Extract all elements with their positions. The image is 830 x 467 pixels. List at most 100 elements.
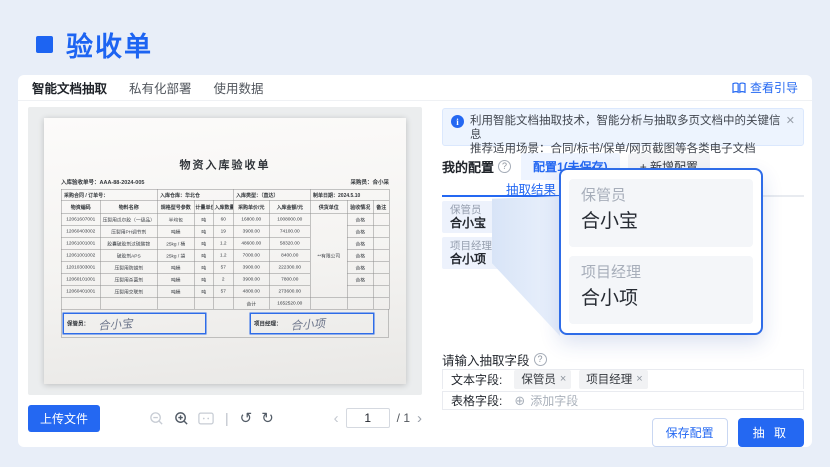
doc-cell: 吨桶 (157, 261, 194, 273)
doc-col-header: 采购单价/元 (233, 200, 269, 213)
next-page-icon[interactable]: › (417, 410, 422, 427)
add-field-button[interactable]: ⊕ 添加字段 (514, 392, 578, 409)
doc-cell: 3900.00 (233, 273, 269, 285)
page-input[interactable] (346, 408, 390, 428)
doc-cell (373, 225, 389, 237)
magnifier-beam (492, 196, 560, 336)
doc-col-header: 入库数量 (213, 200, 233, 213)
doc-cell: 吨 (194, 261, 213, 273)
doc-cell: 破胶剂APS (100, 249, 157, 261)
doc-cell: 半均包 (157, 213, 194, 225)
viewer-toolbar: 上传文件 | ↺ ↻ (28, 403, 422, 433)
doc-header-row: 物资编码 物料名称 规格型号参数 计量单位 入库数量 采购单价/元 入库金额/元… (61, 200, 389, 213)
page-title: 验收单 (66, 25, 153, 64)
fit-view-icon[interactable] (198, 410, 214, 426)
upload-file-button[interactable]: 上传文件 (28, 405, 100, 432)
zoom-in-icon[interactable] (173, 410, 189, 426)
doc-cell: 吨 (194, 273, 213, 285)
doc-cell: 吨 (194, 225, 213, 237)
book-icon (732, 82, 746, 94)
banner-line1: 利用智能文档抽取技术，智能分析与抽取多页文档中的关键信息 (470, 114, 781, 142)
doc-cell: 25kg / 桶 (157, 237, 194, 249)
doc-cell: 8400.00 (269, 249, 310, 261)
doc-info-row: 入库验收单号：AAA-88-2024-005 采购员：合小采 (61, 178, 389, 185)
tag-text: 项目经理 (586, 371, 632, 387)
doc-cell: 压裂用杀菌剂 (100, 273, 157, 285)
close-icon[interactable]: ✕ (786, 114, 795, 127)
keeper-highlight-box: 保管员： 合小宝 (63, 312, 207, 334)
page-root: 验收单 智能文档抽取 私有化部署 使用数据 查看引导 物资入库验收单 (0, 0, 830, 447)
doc-cell: 57 (213, 285, 233, 297)
doc-meta-row: 采购合同 / 订单号： 入库仓库：华北仓 入库类型：（直达） 制单日期：2024… (61, 189, 389, 200)
doc-cell: 合格 (347, 273, 373, 285)
rotate-left-icon[interactable]: ↺ (240, 411, 253, 426)
doc-cell: 74100.00 (269, 225, 310, 237)
my-config-label: 我的配置 (442, 157, 494, 176)
remove-tag-icon[interactable]: × (560, 373, 566, 385)
keeper-label: 保管员： (67, 319, 89, 327)
save-config-button[interactable]: 保存配置 (652, 418, 728, 447)
doc-signature-row: 保管员： 合小宝 项目经理： 合小项 (61, 310, 389, 338)
doc-cell: 3900.00 (233, 261, 269, 273)
extract-button[interactable]: 抽 取 (738, 418, 804, 447)
doc-cell: 吨 (194, 213, 213, 225)
prev-page-icon[interactable]: ‹ (334, 410, 339, 427)
doc-cell: 吨 (194, 285, 213, 297)
doc-cell: 12061001002 (61, 249, 100, 261)
tab-extract-result[interactable]: 抽取结果 (506, 179, 556, 198)
tab-usage-data[interactable]: 使用数据 (214, 78, 264, 97)
doc-cell: 16800.00 (233, 213, 269, 225)
doc-cell (373, 237, 389, 249)
doc-cell (310, 297, 347, 309)
popup-field-value: 合小项 (581, 288, 741, 310)
table-fields-label: 表格字段: (451, 392, 502, 409)
document-viewport[interactable]: 物资入库验收单 入库验收单号：AAA-88-2024-005 采购员：合小采 (28, 107, 422, 395)
doc-cell: 222300.00 (269, 261, 310, 273)
doc-cell: 12061001001 (61, 237, 100, 249)
text-fields-label: 文本字段: (451, 371, 502, 388)
doc-cell: 1.2 (213, 237, 233, 249)
doc-cell (373, 297, 389, 309)
doc-cell: 1.2 (213, 249, 233, 261)
doc-cell: 采购合同 / 订单号： (61, 189, 157, 200)
pm-highlight-box: 项目经理： 合小项 (250, 312, 375, 334)
doc-cell: 制单日期：2024.5.10 (310, 189, 389, 200)
doc-col-header: 入库金额/元 (269, 200, 310, 213)
pagination: ‹ / 1 › (334, 408, 422, 428)
doc-cell: 12060101001 (61, 273, 100, 285)
magnified-result-popup: 保管员 合小宝 项目经理 合小项 (559, 168, 763, 335)
doc-cell (373, 273, 389, 285)
field-tag-keeper[interactable]: 保管员 × (514, 370, 571, 389)
title-bullet-icon (36, 36, 53, 53)
popup-field-pm: 项目经理 合小项 (569, 256, 753, 324)
field-tag-pm[interactable]: 项目经理 × (579, 370, 647, 389)
tab-smart-doc-extract[interactable]: 智能文档抽取 (32, 78, 107, 97)
main-area: 物资入库验收单 入库验收单号：AAA-88-2024-005 采购员：合小采 (18, 101, 812, 447)
doc-cell: 合格 (347, 261, 373, 273)
remove-tag-icon[interactable]: × (636, 373, 642, 385)
popup-field-label: 项目经理 (581, 264, 741, 282)
doc-cell: 58320.00 (269, 237, 310, 249)
doc-cell: 合格 (347, 225, 373, 237)
view-guide-link[interactable]: 查看引导 (732, 79, 798, 96)
doc-cell (347, 285, 373, 297)
rotate-right-icon[interactable]: ↻ (261, 411, 274, 426)
doc-col-header: 物料名称 (100, 200, 157, 213)
doc-cell: 入库类型：（直达） (233, 189, 310, 200)
app-card: 智能文档抽取 私有化部署 使用数据 查看引导 物资入库验收单 入库验收单号：AA… (18, 75, 812, 447)
doc-col-header: 物资编码 (61, 200, 100, 213)
help-icon: ? (534, 353, 547, 366)
zoom-out-icon[interactable] (148, 410, 164, 426)
tag-text: 保管员 (521, 371, 556, 387)
doc-cell: 吨 (194, 249, 213, 261)
doc-col-header: 计量单位 (194, 200, 213, 213)
doc-cell: 吨桶 (157, 225, 194, 237)
tab-private-deploy[interactable]: 私有化部署 (129, 78, 192, 97)
doc-cell (157, 297, 194, 309)
document-paper: 物资入库验收单 入库验收单号：AAA-88-2024-005 采购员：合小采 (44, 118, 406, 384)
popup-field-value: 合小宝 (581, 211, 741, 233)
doc-cell: 19 (213, 225, 233, 237)
doc-table: 采购合同 / 订单号： 入库仓库：华北仓 入库类型：（直达） 制单日期：2024… (61, 189, 390, 310)
info-icon: i (451, 115, 464, 128)
doc-cell: 合格 (347, 237, 373, 249)
